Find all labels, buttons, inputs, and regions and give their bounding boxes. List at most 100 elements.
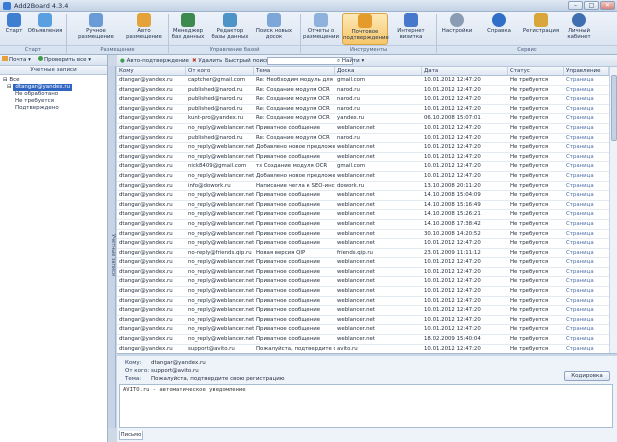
cell-manage[interactable]: Страница — [564, 287, 609, 296]
tree-node-not-required[interactable]: Не требуется — [3, 98, 104, 105]
tab-letter[interactable]: Письмо — [119, 431, 143, 440]
cell-manage[interactable]: Страница — [564, 105, 609, 114]
tree-node-account[interactable]: ⊟ dtangar@yandex.ru — [3, 84, 104, 91]
cell-manage[interactable]: Страница — [564, 86, 609, 95]
cell-manage[interactable]: Страница — [564, 143, 609, 152]
cell-manage[interactable]: Страница — [564, 277, 609, 286]
table-row[interactable]: dtangar@yandex.ru no_reply@weblancer.net П… — [117, 153, 609, 163]
table-row[interactable]: dtangar@yandex.ru no_reply@weblancer.net П… — [117, 201, 609, 211]
table-scrollbar[interactable] — [609, 67, 617, 353]
table-row[interactable]: dtangar@yandex.ru no_reply@weblancer.net П… — [117, 268, 609, 278]
cell-manage[interactable]: Страница — [564, 345, 609, 354]
table-row[interactable]: dtangar@yandex.ru info@dowork.ru Написание… — [117, 182, 609, 192]
table-row[interactable]: dtangar@yandex.ru kunt-pro@yandex.ru Re: С… — [117, 114, 609, 124]
cell-manage[interactable]: Страница — [564, 172, 609, 181]
table-row[interactable]: dtangar@yandex.ru published@narod.ru Re: С… — [117, 95, 609, 105]
tree-node-unprocessed[interactable]: Не обработано — [3, 91, 104, 98]
db-editor-button[interactable]: Редактор базы данных — [210, 13, 250, 45]
column-header-from[interactable]: От кого — [186, 67, 254, 75]
table-row[interactable]: dtangar@yandex.ru no_reply@weblancer.net П… — [117, 124, 609, 134]
close-button[interactable]: ✕ — [600, 1, 615, 10]
tree-node-confirmed[interactable]: Подтверждено — [3, 105, 104, 112]
encoding-button[interactable]: Кодировка — [564, 371, 610, 381]
column-header-subject[interactable]: Тема — [254, 67, 335, 75]
tree-node-all[interactable]: ⊟ Все — [3, 77, 104, 84]
registration-button[interactable]: Регистрация — [522, 13, 560, 45]
column-header-manage[interactable]: Управление — [564, 67, 609, 75]
accounts-panel: Почта ▾ Проверить все ▾ Учетные записи ⊟… — [0, 55, 108, 442]
cell-manage[interactable]: Страница — [564, 268, 609, 277]
cell-date: 14.10.2008 15:26:21 — [424, 211, 481, 218]
business-card-button[interactable]: Интернет визитка — [390, 13, 432, 45]
cell-manage[interactable]: Страница — [564, 297, 609, 306]
cell-manage[interactable]: Страница — [564, 76, 609, 85]
cell-manage[interactable]: Страница — [564, 258, 609, 267]
cell-manage[interactable]: Страница — [564, 220, 609, 229]
scrollbar-thumb[interactable] — [611, 75, 617, 141]
cell-manage[interactable]: Страница — [564, 162, 609, 171]
cell-manage[interactable]: Страница — [564, 325, 609, 334]
table-row[interactable]: dtangar@yandex.ru no-reply@friends.qip.ru… — [117, 249, 609, 259]
cell-manage[interactable]: Страница — [564, 134, 609, 143]
help-button[interactable]: Справка — [483, 13, 515, 45]
cell-manage[interactable]: Страница — [564, 306, 609, 315]
table-row[interactable]: dtangar@yandex.ru no_reply@weblancer.net П… — [117, 287, 609, 297]
table-row[interactable]: dtangar@yandex.ru captcher@gmail.com Re: Н… — [117, 76, 609, 86]
start-button[interactable]: Старт — [2, 13, 26, 45]
table-row[interactable]: dtangar@yandex.ru published@narod.ru Re: С… — [117, 134, 609, 144]
cell-manage[interactable]: Страница — [564, 230, 609, 239]
table-row[interactable]: dtangar@yandex.ru no_reply@weblancer.net П… — [117, 210, 609, 220]
cell-manage[interactable]: Страница — [564, 95, 609, 104]
account-button[interactable]: Личный кабинет — [564, 13, 594, 45]
cell-manage[interactable]: Страница — [564, 114, 609, 123]
table-row[interactable]: dtangar@yandex.ru no_reply@weblancer.net П… — [117, 239, 609, 249]
mail-confirmation-button[interactable]: Почтовое подтверждение — [342, 13, 389, 45]
accounts-side-tab[interactable]: Учетные записи — [108, 66, 116, 428]
cell-manage[interactable]: Страница — [564, 124, 609, 133]
message-body[interactable]: AVITO.ru - автоматическое уведомление — [119, 384, 613, 428]
cell-manage[interactable]: Страница — [564, 153, 609, 162]
cell-manage[interactable]: Страница — [564, 316, 609, 325]
db-manager-button[interactable]: Менеджер баз данных — [170, 13, 206, 45]
cell-manage[interactable]: Страница — [564, 191, 609, 200]
table-row[interactable]: dtangar@yandex.ru published@narod.ru Re: С… — [117, 86, 609, 96]
table-row[interactable]: dtangar@yandex.ru no_reply@weblancer.net П… — [117, 316, 609, 326]
maximize-button[interactable]: □ — [584, 1, 599, 10]
column-header-status[interactable]: Статус — [508, 67, 564, 75]
auto-confirm-button[interactable]: ● Авто-подтверждение — [120, 57, 189, 65]
table-row[interactable]: dtangar@yandex.ru no_reply@weblancer.net П… — [117, 306, 609, 316]
find-boards-button[interactable]: Поиск новых досок — [252, 13, 296, 45]
cell-manage[interactable]: Страница — [564, 210, 609, 219]
reports-button[interactable]: Отчеты о размещении — [302, 13, 340, 45]
table-row[interactable]: dtangar@yandex.ru no_reply@weblancer.net П… — [117, 230, 609, 240]
manual-post-button[interactable]: Ручное размещение — [77, 13, 115, 45]
table-row[interactable]: dtangar@yandex.ru published@narod.ru Re: С… — [117, 105, 609, 115]
table-row[interactable]: dtangar@yandex.ru no_reply@weblancer.net Д… — [117, 143, 609, 153]
table-row[interactable]: dtangar@yandex.ru no_reply@weblancer.net П… — [117, 191, 609, 201]
settings-button[interactable]: Настройки — [440, 13, 474, 45]
table-row[interactable]: dtangar@yandex.ru no_reply@weblancer.net П… — [117, 325, 609, 336]
table-row[interactable]: dtangar@yandex.ru no_reply@weblancer.net П… — [117, 220, 609, 230]
check-all-button[interactable]: Проверить все ▾ — [38, 56, 91, 65]
table-row[interactable]: dtangar@yandex.ru no_reply@weblancer.net Д… — [117, 172, 609, 182]
cell-board: weblancer.net — [337, 211, 375, 218]
minimize-button[interactable]: – — [568, 1, 583, 10]
column-header-to[interactable]: Кому — [117, 67, 186, 75]
ads-button[interactable]: Объявления — [27, 13, 63, 45]
delete-button[interactable]: ✖ Удалить — [192, 57, 222, 65]
table-row[interactable]: dtangar@yandex.ru no_reply@weblancer.net П… — [117, 335, 609, 345]
table-row[interactable]: dtangar@yandex.ru no_reply@weblancer.net П… — [117, 258, 609, 268]
cell-manage[interactable]: Страница — [564, 182, 609, 191]
table-row[interactable]: dtangar@yandex.ru no_reply@weblancer.net П… — [117, 277, 609, 288]
cell-manage[interactable]: Страница — [564, 239, 609, 248]
column-header-board[interactable]: Доска — [335, 67, 422, 75]
mail-dropdown-button[interactable]: Почта ▾ — [2, 56, 31, 65]
find-button[interactable]: ⌕ Найти ▾ — [337, 57, 364, 65]
table-row[interactable]: dtangar@yandex.ru nick8409@gmail.com тз Со… — [117, 162, 609, 172]
auto-post-button[interactable]: Авто размещение — [122, 13, 166, 45]
cell-manage[interactable]: Страница — [564, 201, 609, 210]
cell-manage[interactable]: Страница — [564, 335, 609, 344]
table-row[interactable]: dtangar@yandex.ru no_reply@weblancer.net П… — [117, 297, 609, 307]
cell-manage[interactable]: Страница — [564, 249, 609, 258]
column-header-date[interactable]: Дата — [422, 67, 508, 75]
